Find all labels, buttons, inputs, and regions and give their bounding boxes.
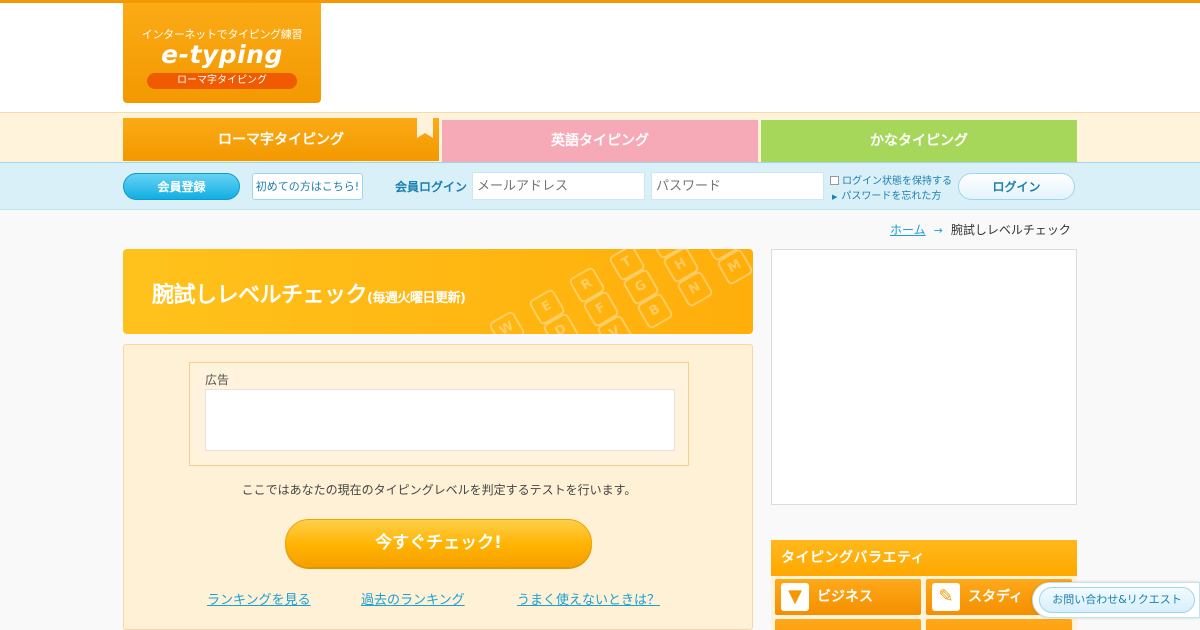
ad-box: 広告 bbox=[189, 362, 689, 466]
variety-tile-label: スタディ bbox=[968, 589, 1024, 605]
keep-login-option[interactable]: ログイン状態を保持する bbox=[830, 172, 952, 187]
ad-label: 広告 bbox=[205, 373, 230, 387]
register-button[interactable]: 会員登録 bbox=[123, 173, 240, 200]
contact-request-label: お問い合わせ&リクエスト bbox=[1039, 587, 1195, 613]
logo-title: e-typing bbox=[161, 40, 283, 69]
tab-label: 英語タイピング bbox=[551, 133, 649, 149]
tab-label: ローマ字タイピング bbox=[218, 132, 344, 148]
keep-login-checkbox[interactable] bbox=[830, 176, 839, 185]
site-header: インターネットでタイピング練習 e-typing ローマ字タイピング bbox=[0, 3, 1200, 112]
variety-tile-label: ビジネス bbox=[817, 589, 873, 605]
login-button[interactable]: ログイン bbox=[958, 173, 1075, 200]
forgot-password-link[interactable]: ▶ パスワードを忘れた方 bbox=[832, 187, 941, 202]
email-field[interactable] bbox=[472, 172, 645, 200]
arrow-right-icon: → bbox=[933, 224, 943, 237]
page-subtitle: (毎週火曜日更新) bbox=[367, 291, 466, 306]
password-field[interactable] bbox=[651, 172, 824, 200]
member-login-label: 会員ログイン bbox=[395, 180, 468, 194]
past-ranking-link[interactable]: 過去のランキング bbox=[361, 589, 465, 608]
typing-variety-grid: ▼ ビジネス ✎ スタディ bbox=[771, 576, 1077, 630]
main-nav: ローマ字タイピング 英語タイピング かなタイピング bbox=[0, 112, 1200, 163]
page-title-banner: 腕試しレベルチェック(毎週火曜日更新) WERTYUSDFGHJXCVBNM bbox=[123, 249, 753, 334]
variety-tile[interactable] bbox=[775, 619, 921, 630]
tab-english-typing[interactable]: 英語タイピング bbox=[442, 120, 758, 163]
forgot-password-label: パスワードを忘れた方 bbox=[841, 191, 942, 202]
keep-login-label: ログイン状態を保持する bbox=[842, 176, 952, 187]
page-title: 腕試しレベルチェック(毎週火曜日更新) bbox=[152, 277, 466, 309]
necktie-icon: ▼ bbox=[781, 583, 809, 611]
sidebar-ad-slot[interactable] bbox=[771, 249, 1077, 505]
site-logo[interactable]: インターネットでタイピング練習 e-typing ローマ字タイピング bbox=[123, 3, 321, 103]
pencil-icon: ✎ bbox=[932, 583, 960, 611]
keyboard-key: W bbox=[487, 309, 527, 334]
contact-request-button[interactable]: お問い合わせ&リクエスト bbox=[1032, 582, 1200, 618]
breadcrumb-home-link[interactable]: ホーム bbox=[890, 223, 926, 237]
variety-tile[interactable] bbox=[926, 619, 1072, 630]
bookmark-icon bbox=[417, 118, 433, 138]
triangle-right-icon: ▶ bbox=[832, 193, 838, 201]
tab-label: かなタイピング bbox=[870, 133, 968, 149]
tab-kana-typing[interactable]: かなタイピング bbox=[761, 120, 1077, 163]
logo-badge: ローマ字タイピング bbox=[147, 73, 297, 89]
variety-business-tile[interactable]: ▼ ビジネス bbox=[775, 579, 921, 615]
page-title-text: 腕試しレベルチェック bbox=[152, 283, 368, 308]
view-ranking-link[interactable]: ランキングを見る bbox=[207, 589, 311, 608]
login-bar: 会員登録 初めての方はこちら! 会員ログイン ログイン状態を保持する ▶パスワー… bbox=[0, 162, 1200, 210]
check-now-button[interactable]: 今すぐチェック! bbox=[285, 519, 592, 567]
test-description: ここではあなたの現在のタイピングレベルを判定するテストを行います。 bbox=[241, 483, 637, 497]
tab-romaji-typing[interactable]: ローマ字タイピング bbox=[123, 118, 439, 161]
help-link[interactable]: うまく使えないときは？ bbox=[517, 589, 660, 608]
breadcrumb: ホーム → 腕試しレベルチェック bbox=[890, 221, 1071, 238]
first-time-link[interactable]: 初めての方はこちら! bbox=[252, 173, 363, 200]
typing-variety-heading: タイピングバラエティ bbox=[771, 540, 1077, 576]
main-panel: 広告 ここではあなたの現在のタイピングレベルを判定するテストを行います。 今すぐ… bbox=[123, 344, 753, 630]
breadcrumb-current: 腕試しレベルチェック bbox=[950, 223, 1071, 237]
keyboard-decoration: WERTYUSDFGHJXCVBNM bbox=[483, 249, 753, 334]
ad-slot[interactable] bbox=[205, 389, 675, 451]
